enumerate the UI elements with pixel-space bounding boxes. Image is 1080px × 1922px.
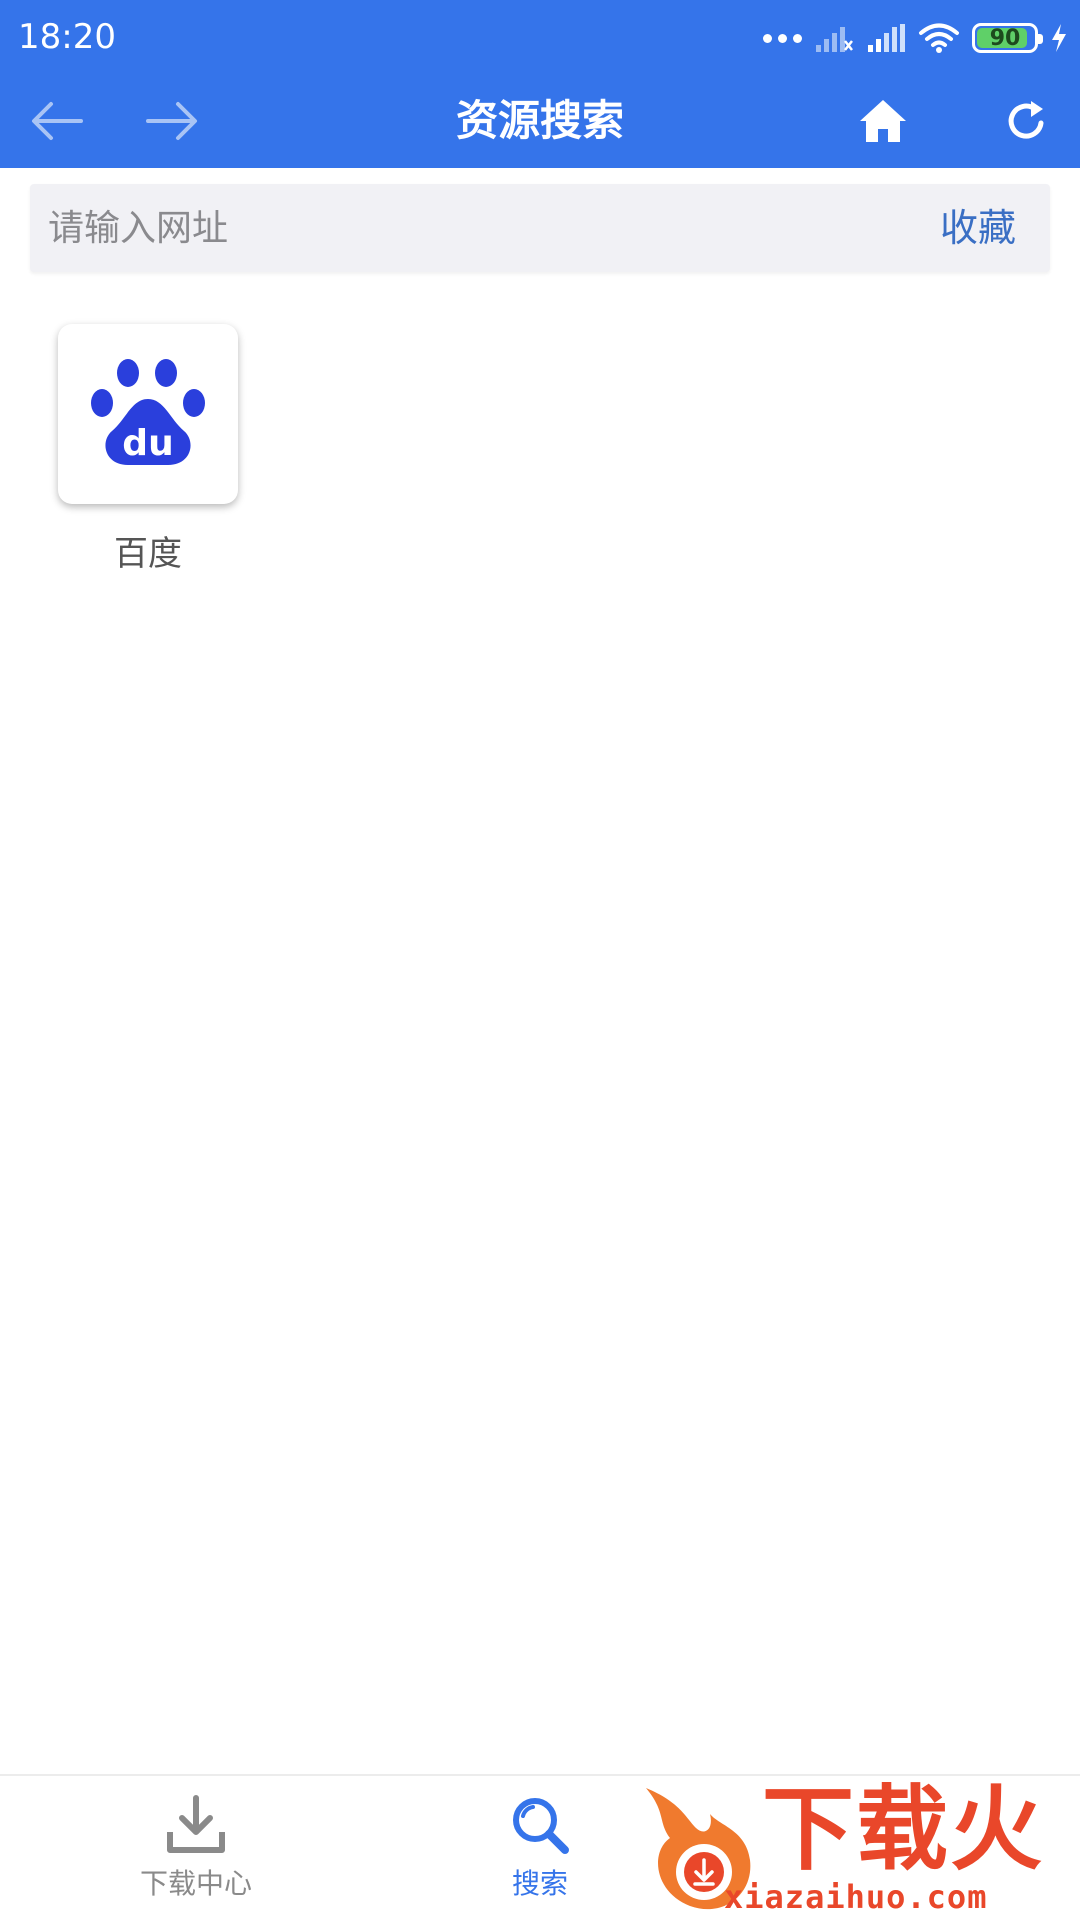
tab-label: 下载中心 <box>139 1867 252 1900</box>
tab-label: 搜索 <box>511 1867 568 1900</box>
status-time: 18:20 <box>18 17 116 57</box>
battery-icon: 90 <box>972 23 1043 53</box>
refresh-button[interactable] <box>982 74 1072 168</box>
nav-bar: 资源搜索 <box>0 74 1080 168</box>
watermark-logo: 下载火 xiazaihuo.com <box>640 1778 1080 1920</box>
top-header: 18:20 90 资源搜索 <box>0 0 1080 168</box>
status-icons: 90 <box>763 18 1068 58</box>
baidu-paw-icon: du <box>58 324 238 504</box>
refresh-icon <box>1008 101 1044 139</box>
home-button[interactable] <box>838 74 928 168</box>
tab-download-center[interactable]: 下载中心 <box>66 1776 326 1922</box>
url-input[interactable] <box>46 184 906 272</box>
favorite-button[interactable]: 收藏 <box>940 184 1016 272</box>
url-bar: 收藏 <box>30 184 1050 272</box>
bookmark-item[interactable]: du 百度 <box>58 324 238 575</box>
watermark-url: xiazaihuo.com <box>724 1878 988 1916</box>
signal-strength-icon <box>868 24 905 52</box>
signal-no-service-icon <box>816 27 853 52</box>
battery-level: 90 <box>989 26 1021 51</box>
search-icon <box>513 1798 569 1854</box>
tab-search[interactable]: 搜索 <box>410 1776 670 1922</box>
watermark-text: 下载火 <box>762 1776 1045 1883</box>
status-bar: 18:20 90 <box>0 0 1080 74</box>
download-icon <box>167 1795 225 1853</box>
wifi-icon <box>919 23 959 53</box>
home-icon <box>860 100 906 142</box>
charging-bolt-icon <box>1052 24 1066 52</box>
more-dots-icon <box>763 33 802 43</box>
bookmark-label: 百度 <box>114 534 182 574</box>
baidu-icon-text: du <box>122 423 173 464</box>
